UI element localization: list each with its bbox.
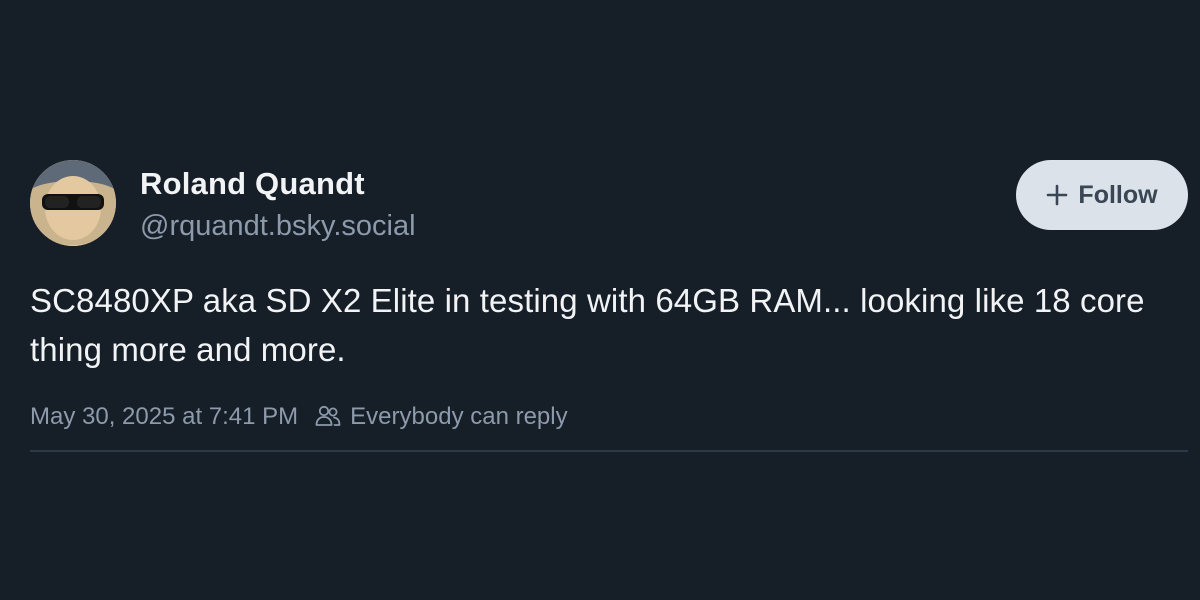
- post-timestamp[interactable]: May 30, 2025 at 7:41 PM: [30, 403, 298, 431]
- avatar[interactable]: [30, 160, 116, 246]
- post-text: SC8480XP aka SD X2 Elite in testing with…: [30, 282, 1145, 368]
- post: Roland Quandt @rquandt.bsky.social Follo…: [30, 160, 1188, 435]
- divider: [30, 450, 1188, 452]
- plus-icon: [1047, 184, 1068, 206]
- post-header: Roland Quandt @rquandt.bsky.social Follo…: [30, 160, 1188, 250]
- author-display-name[interactable]: Roland Quandt: [140, 164, 416, 204]
- people-icon: [315, 405, 341, 426]
- avatar-image: [30, 160, 116, 246]
- post-meta: May 30, 2025 at 7:41 PM Everybody can re…: [30, 399, 1188, 435]
- reply-setting-label: Everybody can reply: [350, 403, 568, 430]
- follow-button-label: Follow: [1078, 180, 1158, 209]
- reply-setting[interactable]: Everybody can reply: [314, 403, 568, 431]
- author-info: Roland Quandt @rquandt.bsky.social: [140, 164, 416, 246]
- author-handle[interactable]: @rquandt.bsky.social: [140, 206, 416, 246]
- follow-button[interactable]: Follow: [1016, 160, 1188, 230]
